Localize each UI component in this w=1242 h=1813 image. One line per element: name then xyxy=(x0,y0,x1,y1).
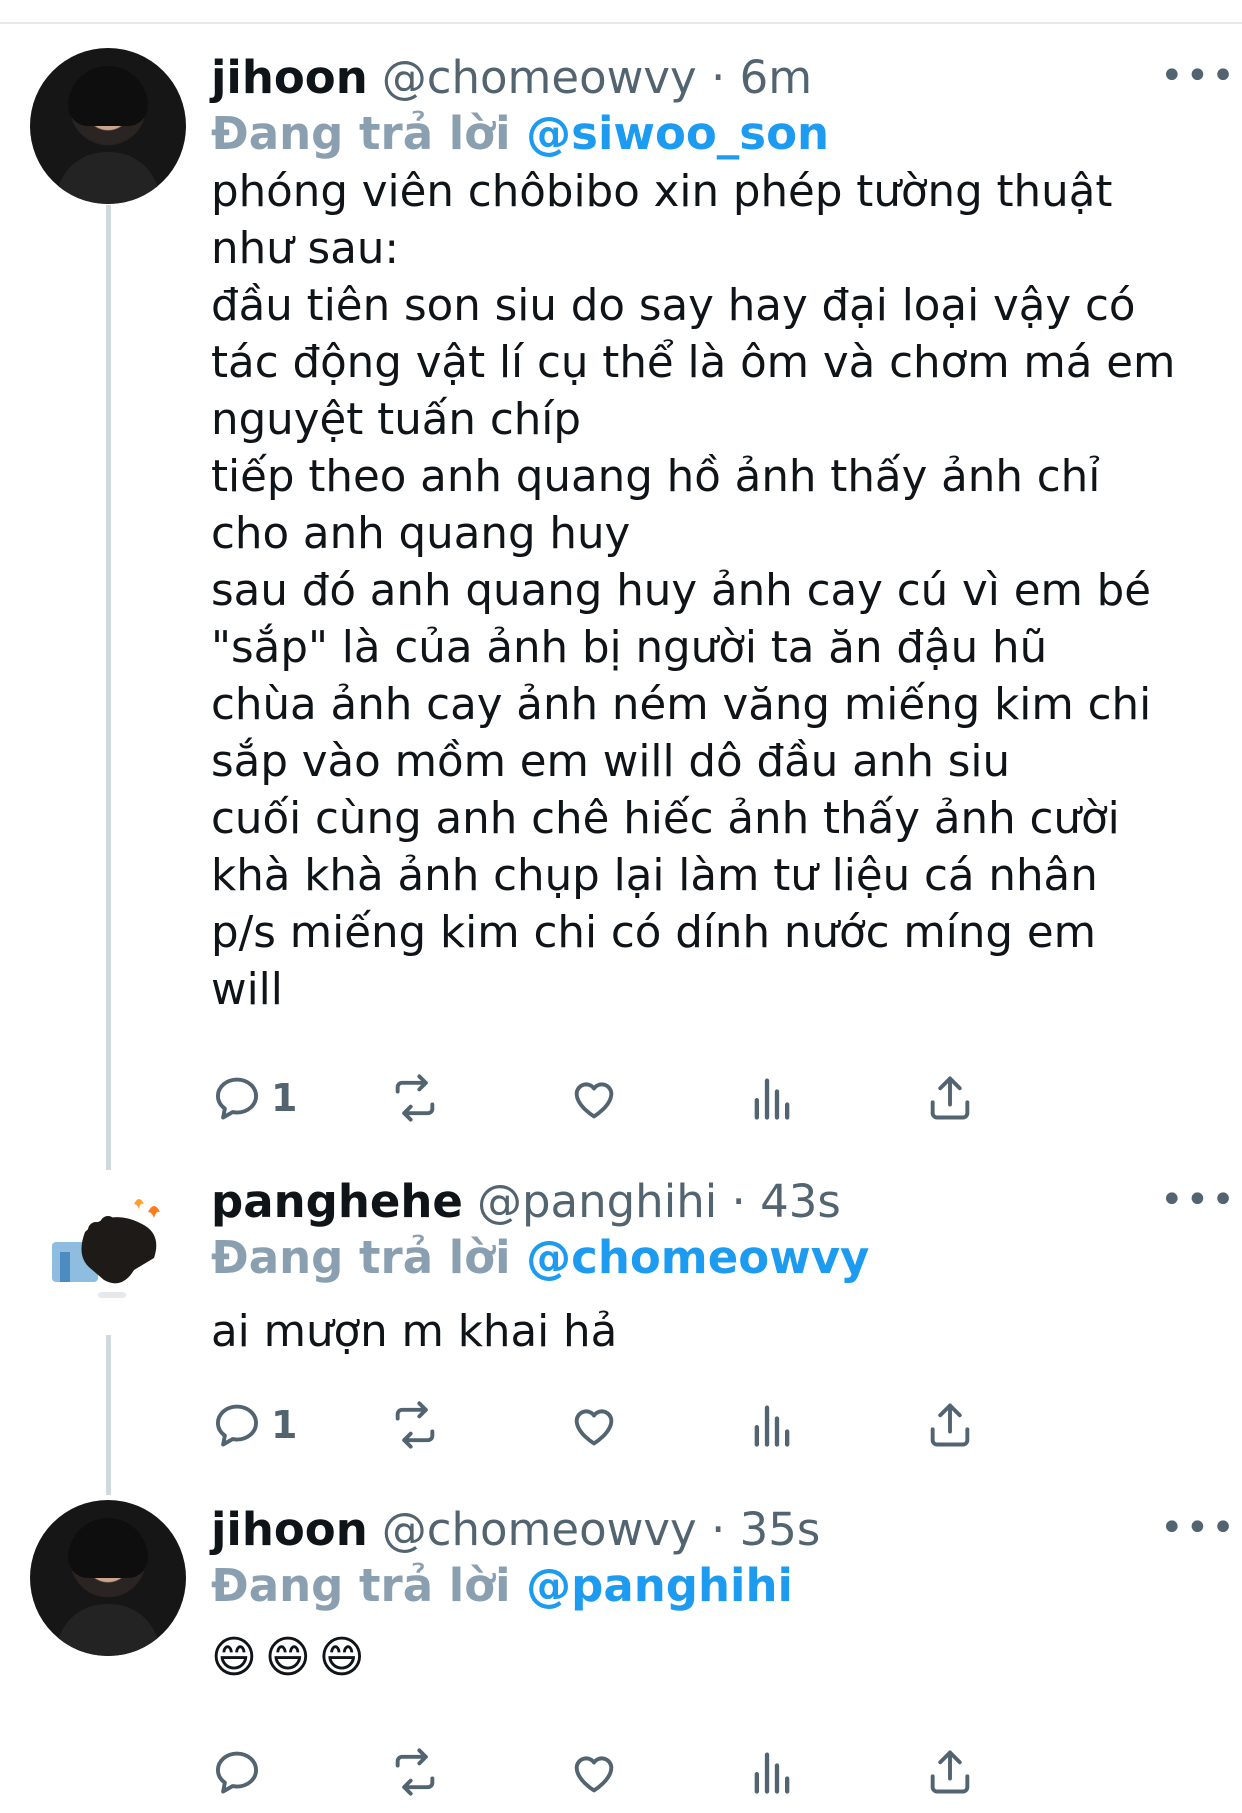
analytics-icon xyxy=(754,1752,790,1794)
retweet-button[interactable] xyxy=(389,1395,441,1455)
replying-to-handle[interactable]: @panghihi xyxy=(526,1559,793,1612)
tweet-header: panghehe @panghihi · 43s xyxy=(211,1172,841,1232)
reply-icon xyxy=(215,1751,259,1794)
retweet-icon xyxy=(395,1748,435,1796)
tweet-header: jihoon @chomeowvy · 6m xyxy=(211,48,812,108)
analytics-button[interactable] xyxy=(746,1068,798,1128)
like-icon xyxy=(574,1082,614,1119)
share-icon xyxy=(930,1750,970,1794)
analytics-icon xyxy=(754,1078,790,1120)
analytics-button[interactable] xyxy=(746,1742,798,1802)
tweet-text: phóng viên chôbibo xin phép tường thuật … xyxy=(211,167,1176,1015)
more-options-icon[interactable]: ••• xyxy=(1160,56,1237,96)
reply-button[interactable] xyxy=(211,1742,271,1802)
like-icon xyxy=(574,1756,614,1793)
display-name[interactable]: jihoon xyxy=(211,1500,368,1560)
reply-button[interactable]: 1 xyxy=(211,1068,297,1128)
share-icon xyxy=(930,1403,970,1447)
thread-line xyxy=(106,205,111,1170)
analytics-button[interactable] xyxy=(746,1395,798,1455)
more-options-icon[interactable]: ••• xyxy=(1160,1180,1237,1220)
avatar[interactable] xyxy=(30,48,186,204)
share-button[interactable] xyxy=(924,1742,976,1802)
more-options-icon[interactable]: ••• xyxy=(1160,1508,1237,1548)
share-button[interactable] xyxy=(924,1395,976,1455)
replying-to-label: Đang trả lời xyxy=(211,107,511,160)
display-name[interactable]: panghehe xyxy=(211,1172,463,1232)
reply-icon xyxy=(215,1404,259,1447)
avatar[interactable] xyxy=(30,1500,186,1656)
tweet-emojis: 😄😄😄 xyxy=(211,1632,373,1683)
replying-to-label: Đang trả lời xyxy=(211,1231,511,1284)
retweet-button[interactable] xyxy=(389,1742,441,1802)
top-divider xyxy=(0,22,1242,24)
handle-and-time[interactable]: @chomeowvy · 35s xyxy=(382,1500,821,1560)
avatar[interactable] xyxy=(30,1172,186,1328)
replying-to-label: Đang trả lời xyxy=(211,1559,511,1612)
action-bar xyxy=(211,1742,1111,1802)
action-bar: 1 xyxy=(211,1395,1111,1455)
retweet-icon xyxy=(395,1401,435,1449)
thread-line xyxy=(106,1335,111,1495)
like-icon xyxy=(574,1409,614,1446)
like-button[interactable] xyxy=(568,1068,620,1128)
retweet-button[interactable] xyxy=(389,1068,441,1128)
retweet-icon xyxy=(395,1074,435,1122)
reply-count: 1 xyxy=(271,1076,298,1120)
tweet-text: ai mượn m khai hả xyxy=(211,1307,618,1357)
tweet-header: jihoon @chomeowvy · 35s xyxy=(211,1500,820,1560)
share-icon xyxy=(930,1076,970,1120)
analytics-icon xyxy=(754,1405,790,1447)
handle-and-time[interactable]: @chomeowvy · 6m xyxy=(382,48,812,108)
replying-to: Đang trả lời @panghihi xyxy=(211,1556,793,1616)
like-button[interactable] xyxy=(568,1742,620,1802)
reply-button[interactable]: 1 xyxy=(211,1395,297,1455)
cat-avatar-icon xyxy=(52,1199,160,1298)
action-bar: 1 xyxy=(211,1068,1111,1128)
like-button[interactable] xyxy=(568,1395,620,1455)
replying-to-handle[interactable]: @siwoo_son xyxy=(526,107,829,160)
replying-to: Đang trả lời @chomeowvy xyxy=(211,1228,869,1288)
handle-and-time[interactable]: @panghihi · 43s xyxy=(477,1172,841,1232)
replying-to-handle[interactable]: @chomeowvy xyxy=(526,1231,869,1284)
reply-count: 1 xyxy=(271,1403,298,1447)
share-button[interactable] xyxy=(924,1068,976,1128)
display-name[interactable]: jihoon xyxy=(211,48,368,108)
replying-to: Đang trả lời @siwoo_son xyxy=(211,104,829,164)
reply-icon xyxy=(215,1077,259,1120)
